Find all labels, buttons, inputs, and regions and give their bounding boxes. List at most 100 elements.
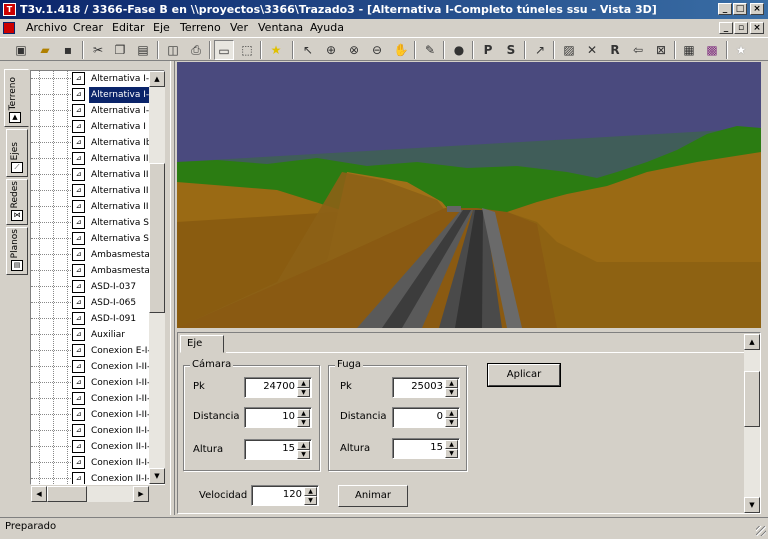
minimize-button[interactable]: _ bbox=[718, 3, 732, 15]
scroll-up-button[interactable]: ▲ bbox=[744, 334, 760, 350]
palette-icon[interactable]: ▩ bbox=[702, 40, 722, 60]
tree-horizontal-scrollbar[interactable]: ◀ ▶ bbox=[31, 486, 149, 502]
redraw-icon[interactable]: R bbox=[605, 40, 625, 60]
menu-editar[interactable]: Editar bbox=[112, 21, 145, 34]
tree-item-label: ASD-I-065 bbox=[91, 298, 137, 308]
scroll-up-button[interactable]: ▲ bbox=[149, 71, 165, 87]
resize-grip[interactable] bbox=[756, 526, 766, 536]
mdi-restore-button[interactable]: ▫ bbox=[734, 22, 748, 34]
fuga-altura-spinner[interactable]: 15 ▲ ▼ bbox=[392, 438, 460, 459]
scroll-thumb[interactable] bbox=[149, 163, 165, 313]
spin-up-icon[interactable]: ▲ bbox=[297, 379, 310, 388]
menu-archivo[interactable]: Archivo bbox=[26, 21, 67, 34]
star-icon[interactable]: ★ bbox=[266, 40, 286, 60]
scroll-down-button[interactable]: ▼ bbox=[744, 497, 760, 513]
fuga-distancia-spinner[interactable]: 0 ▲ ▼ bbox=[392, 407, 460, 428]
camara-altura-spinner[interactable]: 15 ▲ ▼ bbox=[244, 439, 312, 460]
scroll-left-button[interactable]: ◀ bbox=[31, 486, 47, 502]
app-icon[interactable]: T bbox=[3, 3, 16, 16]
window-title: T3v.1.418 / 3366-Fase B en \\proyectos\3… bbox=[20, 3, 657, 16]
alignment-tree[interactable]: ⊿ Alternativa I-tú ⊿ Alternativa I-C ⊿ Altern… bbox=[30, 70, 165, 485]
open-folder-icon[interactable]: ▰ bbox=[35, 40, 55, 60]
menu-terreno[interactable]: Terreno bbox=[180, 21, 221, 34]
star-white-icon[interactable]: ★ bbox=[731, 40, 751, 60]
menu-ayuda[interactable]: Ayuda bbox=[310, 21, 344, 34]
maximize-button[interactable]: □ bbox=[733, 3, 747, 15]
grid-table-icon[interactable]: ▦ bbox=[679, 40, 699, 60]
spin-down-icon[interactable]: ▼ bbox=[445, 388, 458, 397]
zoom-in-icon[interactable]: ⊕ bbox=[321, 40, 341, 60]
3d-view-canvas[interactable] bbox=[177, 62, 761, 328]
tab-redes[interactable]: Redes ⋈ bbox=[6, 179, 28, 225]
new-window-icon[interactable]: ▣ bbox=[11, 40, 31, 60]
scroll-right-button[interactable]: ▶ bbox=[133, 486, 149, 502]
spin-down-icon[interactable]: ▼ bbox=[304, 496, 317, 505]
alignment-icon: ⊿ bbox=[72, 296, 85, 309]
draw-icon[interactable]: ✎ bbox=[420, 40, 440, 60]
save-icon[interactable]: ▪ bbox=[58, 40, 78, 60]
scroll-down-button[interactable]: ▼ bbox=[149, 468, 165, 484]
section-icon[interactable]: S bbox=[501, 40, 521, 60]
splitter[interactable] bbox=[170, 61, 175, 515]
tab-eje[interactable]: Eje bbox=[180, 335, 224, 353]
terrain-icon: ▲ bbox=[9, 112, 21, 123]
alignment-icon: ⊿ bbox=[72, 360, 85, 373]
pointer-info-icon[interactable]: ↗ bbox=[530, 40, 550, 60]
cross-icon[interactable]: ✕ bbox=[582, 40, 602, 60]
arrow-left-icon[interactable]: ⇦ bbox=[628, 40, 648, 60]
animate-button[interactable]: Animar bbox=[338, 485, 408, 507]
print-preview-icon[interactable]: ◫ bbox=[163, 40, 183, 60]
spin-up-icon[interactable]: ▲ bbox=[445, 409, 458, 418]
camara-distancia-spinner[interactable]: 10 ▲ ▼ bbox=[244, 407, 312, 428]
panel-vertical-scrollbar[interactable]: ▲ ▼ bbox=[744, 334, 760, 513]
apply-button[interactable]: Aplicar bbox=[487, 363, 561, 387]
tree-guide bbox=[67, 71, 68, 484]
close-button[interactable]: × bbox=[750, 3, 764, 15]
profile-icon[interactable]: P bbox=[478, 40, 498, 60]
pointer-icon[interactable]: ↖ bbox=[298, 40, 318, 60]
menu-ventana[interactable]: Ventana bbox=[258, 21, 303, 34]
camara-pk-spinner[interactable]: 24700 ▲ ▼ bbox=[244, 377, 312, 398]
mdi-minimize-button[interactable]: _ bbox=[719, 22, 733, 34]
h-scroll-thumb[interactable] bbox=[47, 486, 87, 502]
spin-down-icon[interactable]: ▼ bbox=[445, 418, 458, 427]
paste-icon[interactable]: ▤ bbox=[133, 40, 153, 60]
velocidad-spinner[interactable]: 120 ▲ ▼ bbox=[251, 485, 319, 506]
spin-down-icon[interactable]: ▼ bbox=[297, 418, 310, 427]
spin-up-icon[interactable]: ▲ bbox=[304, 487, 317, 496]
menu-ver[interactable]: Ver bbox=[230, 21, 248, 34]
fuga-pk-spinner[interactable]: 25003 ▲ ▼ bbox=[392, 377, 460, 398]
zoom-window-icon[interactable]: ⬚ bbox=[237, 40, 257, 60]
spin-up-icon[interactable]: ▲ bbox=[445, 440, 458, 449]
menu-crear[interactable]: Crear bbox=[73, 21, 103, 34]
cut-icon[interactable]: ✂ bbox=[88, 40, 108, 60]
spin-up-icon[interactable]: ▲ bbox=[297, 441, 310, 450]
tab-terreno[interactable]: Terreno ▲ bbox=[4, 69, 29, 127]
view-3d-icon[interactable]: ▭ bbox=[214, 40, 234, 60]
sphere-icon[interactable]: ● bbox=[449, 40, 469, 60]
alignment-icon: ⊿ bbox=[72, 344, 85, 357]
tree-connector bbox=[31, 302, 71, 303]
alignment-icon: ⊿ bbox=[72, 136, 85, 149]
tree-vertical-scrollbar[interactable]: ▲ ▼ bbox=[149, 71, 165, 484]
tab-planos[interactable]: Planos ▤ bbox=[6, 227, 28, 275]
menu-eje[interactable]: Eje bbox=[153, 21, 170, 34]
pan-hand-icon[interactable]: ✋ bbox=[391, 40, 411, 60]
print-icon[interactable]: ⎙ bbox=[186, 40, 206, 60]
fuga-pk-label: Pk bbox=[340, 381, 352, 392]
zoom-out-icon[interactable]: ⊖ bbox=[367, 40, 387, 60]
spin-down-icon[interactable]: ▼ bbox=[297, 450, 310, 459]
title-bar: T T3v.1.418 / 3366-Fase B en \\proyectos… bbox=[0, 0, 768, 19]
hatch-icon[interactable]: ▨ bbox=[559, 40, 579, 60]
delete-icon[interactable]: ⊠ bbox=[651, 40, 671, 60]
spin-down-icon[interactable]: ▼ bbox=[445, 449, 458, 458]
document-icon[interactable] bbox=[3, 22, 15, 34]
spin-up-icon[interactable]: ▲ bbox=[297, 409, 310, 418]
tab-ejes[interactable]: Ejes ⟋ bbox=[6, 129, 28, 177]
mdi-close-button[interactable]: × bbox=[750, 22, 764, 34]
scroll-thumb[interactable] bbox=[744, 371, 760, 427]
zoom-extents-icon[interactable]: ⊗ bbox=[344, 40, 364, 60]
spin-up-icon[interactable]: ▲ bbox=[445, 379, 458, 388]
copy-icon[interactable]: ❐ bbox=[110, 40, 130, 60]
spin-down-icon[interactable]: ▼ bbox=[297, 388, 310, 397]
